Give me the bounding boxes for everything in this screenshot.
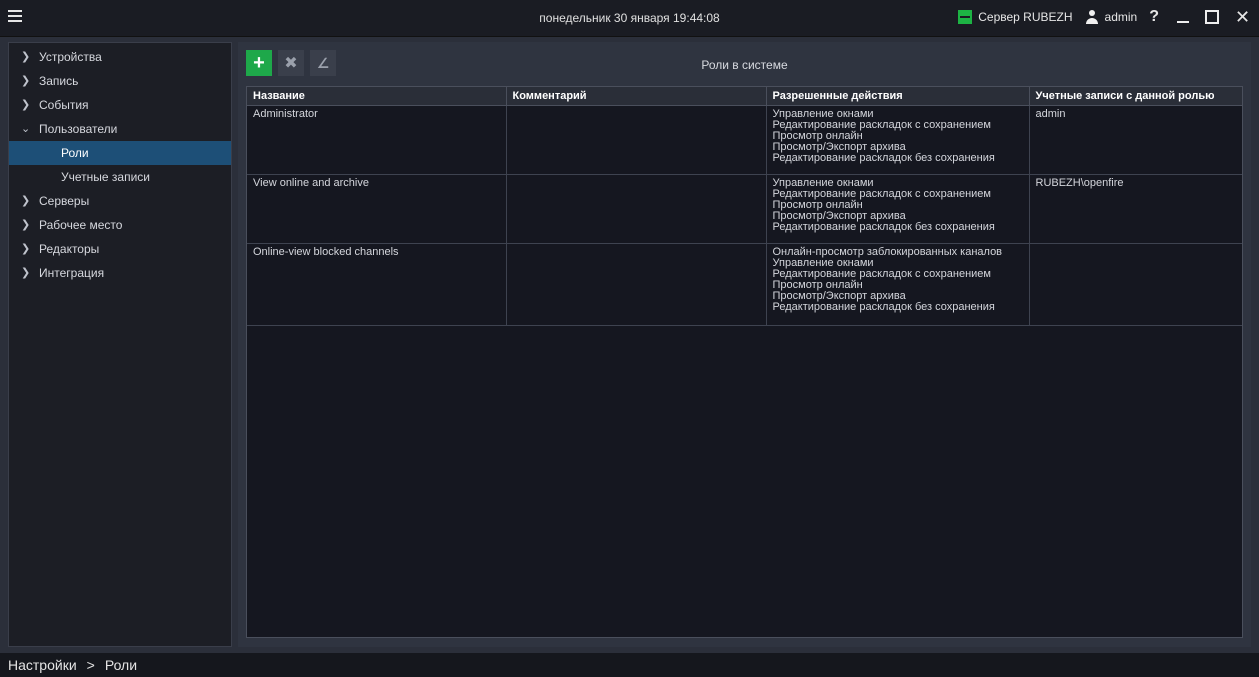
- sidebar-item-label: Запись: [39, 74, 79, 88]
- sidebar-item-label: Учетные записи: [61, 170, 150, 184]
- delete-role-button[interactable]: ✖: [278, 50, 304, 76]
- sidebar-item-label: События: [39, 98, 89, 112]
- role-comment-cell: [506, 174, 767, 244]
- table-header-row: Название Комментарий Разрешенные действи…: [247, 87, 1242, 106]
- sidebar-item-label: Устройства: [39, 50, 102, 64]
- table-row[interactable]: Administrator Управление окнами Редактир…: [247, 105, 1242, 175]
- chevron-right-icon: ❯: [21, 267, 31, 279]
- title-bar: понедельник 30 января 19:44:08 Сервер RU…: [0, 0, 1259, 37]
- sidebar-item-recording[interactable]: ❯ Запись: [9, 69, 231, 93]
- action-item: Редактирование раскладок без сохранения: [772, 221, 995, 233]
- hamburger-menu-icon[interactable]: [8, 10, 22, 24]
- role-actions-cell: Управление окнами Редактирование расклад…: [766, 174, 1030, 244]
- table-row[interactable]: Online-view blocked channels Онлайн-прос…: [247, 243, 1242, 326]
- breadcrumb-root[interactable]: Настройки: [8, 653, 77, 677]
- sidebar-item-workplace[interactable]: ❯ Рабочее место: [9, 213, 231, 237]
- role-accounts-cell: RUBEZH\openfire: [1029, 174, 1242, 244]
- breadcrumb: Настройки > Роли: [0, 653, 1259, 677]
- action-item: Редактирование раскладок без сохранения: [772, 301, 995, 313]
- user-label[interactable]: admin: [1105, 10, 1138, 24]
- column-header-name[interactable]: Название: [247, 87, 507, 106]
- role-accounts-cell: admin: [1029, 105, 1242, 175]
- role-actions-cell: Онлайн-просмотр заблокированных каналов …: [766, 243, 1030, 326]
- role-actions-cell: Управление окнами Редактирование расклад…: [766, 105, 1030, 175]
- sidebar-item-label: Интеграция: [39, 266, 105, 280]
- chevron-right-icon: ❯: [21, 99, 31, 111]
- action-item: Редактирование раскладок без сохранения: [772, 152, 995, 164]
- sidebar-item-label: Редакторы: [39, 242, 100, 256]
- panel-title: Роли в системе: [701, 58, 788, 72]
- sidebar-item-label: Рабочее место: [39, 218, 123, 232]
- sidebar-item-accounts[interactable]: Учетные записи: [9, 165, 231, 189]
- chevron-down-icon: ⌄: [21, 123, 31, 135]
- role-comment-cell: [506, 105, 767, 175]
- sidebar-item-devices[interactable]: ❯ Устройства: [9, 45, 231, 69]
- column-header-actions[interactable]: Разрешенные действия: [766, 87, 1030, 106]
- sidebar-item-editors[interactable]: ❯ Редакторы: [9, 237, 231, 261]
- help-icon[interactable]: ?: [1149, 8, 1159, 26]
- sidebar-item-users[interactable]: ⌄ Пользователи: [9, 117, 231, 141]
- roles-panel: + ✖ ∠ Роли в системе Название Комментари…: [238, 42, 1251, 647]
- chevron-right-icon: ❯: [21, 219, 31, 231]
- breadcrumb-current: Роли: [104, 657, 138, 673]
- sidebar-item-events[interactable]: ❯ События: [9, 93, 231, 117]
- role-name-cell: View online and archive: [247, 174, 507, 244]
- sidebar-item-label: Пользователи: [39, 122, 118, 136]
- close-icon[interactable]: ✕: [1235, 8, 1250, 26]
- server-icon: [958, 10, 973, 24]
- column-header-comment[interactable]: Комментарий: [506, 87, 767, 106]
- sidebar-item-label: Роли: [61, 146, 89, 160]
- role-name-cell: Online-view blocked channels: [247, 243, 507, 326]
- sidebar-item-label: Серверы: [39, 194, 90, 208]
- settings-sidebar: ❯ Устройства ❯ Запись ❯ События ⌄ Пользовате…: [8, 42, 232, 647]
- breadcrumb-separator-icon: >: [86, 657, 95, 673]
- sidebar-item-roles[interactable]: Роли: [9, 141, 231, 165]
- add-role-button[interactable]: +: [246, 50, 272, 76]
- server-label[interactable]: Сервер RUBEZH: [978, 10, 1072, 24]
- roles-table: Название Комментарий Разрешенные действи…: [246, 86, 1243, 638]
- edit-role-button[interactable]: ∠: [310, 50, 336, 76]
- sidebar-item-servers[interactable]: ❯ Серверы: [9, 189, 231, 213]
- user-icon: [1085, 10, 1099, 24]
- roles-toolbar: + ✖ ∠: [246, 50, 336, 76]
- table-row[interactable]: View online and archive Управление окнам…: [247, 174, 1242, 244]
- sidebar-item-integration[interactable]: ❯ Интеграция: [9, 261, 231, 285]
- maximize-icon[interactable]: [1205, 10, 1219, 24]
- column-header-accounts[interactable]: Учетные записи с данной ролью: [1029, 87, 1242, 106]
- role-accounts-cell: [1029, 243, 1242, 326]
- chevron-right-icon: ❯: [21, 195, 31, 207]
- role-name-cell: Administrator: [247, 105, 507, 175]
- role-comment-cell: [506, 243, 767, 326]
- minimize-icon[interactable]: [1175, 10, 1189, 24]
- chevron-right-icon: ❯: [21, 243, 31, 255]
- chevron-right-icon: ❯: [21, 51, 31, 63]
- chevron-right-icon: ❯: [21, 75, 31, 87]
